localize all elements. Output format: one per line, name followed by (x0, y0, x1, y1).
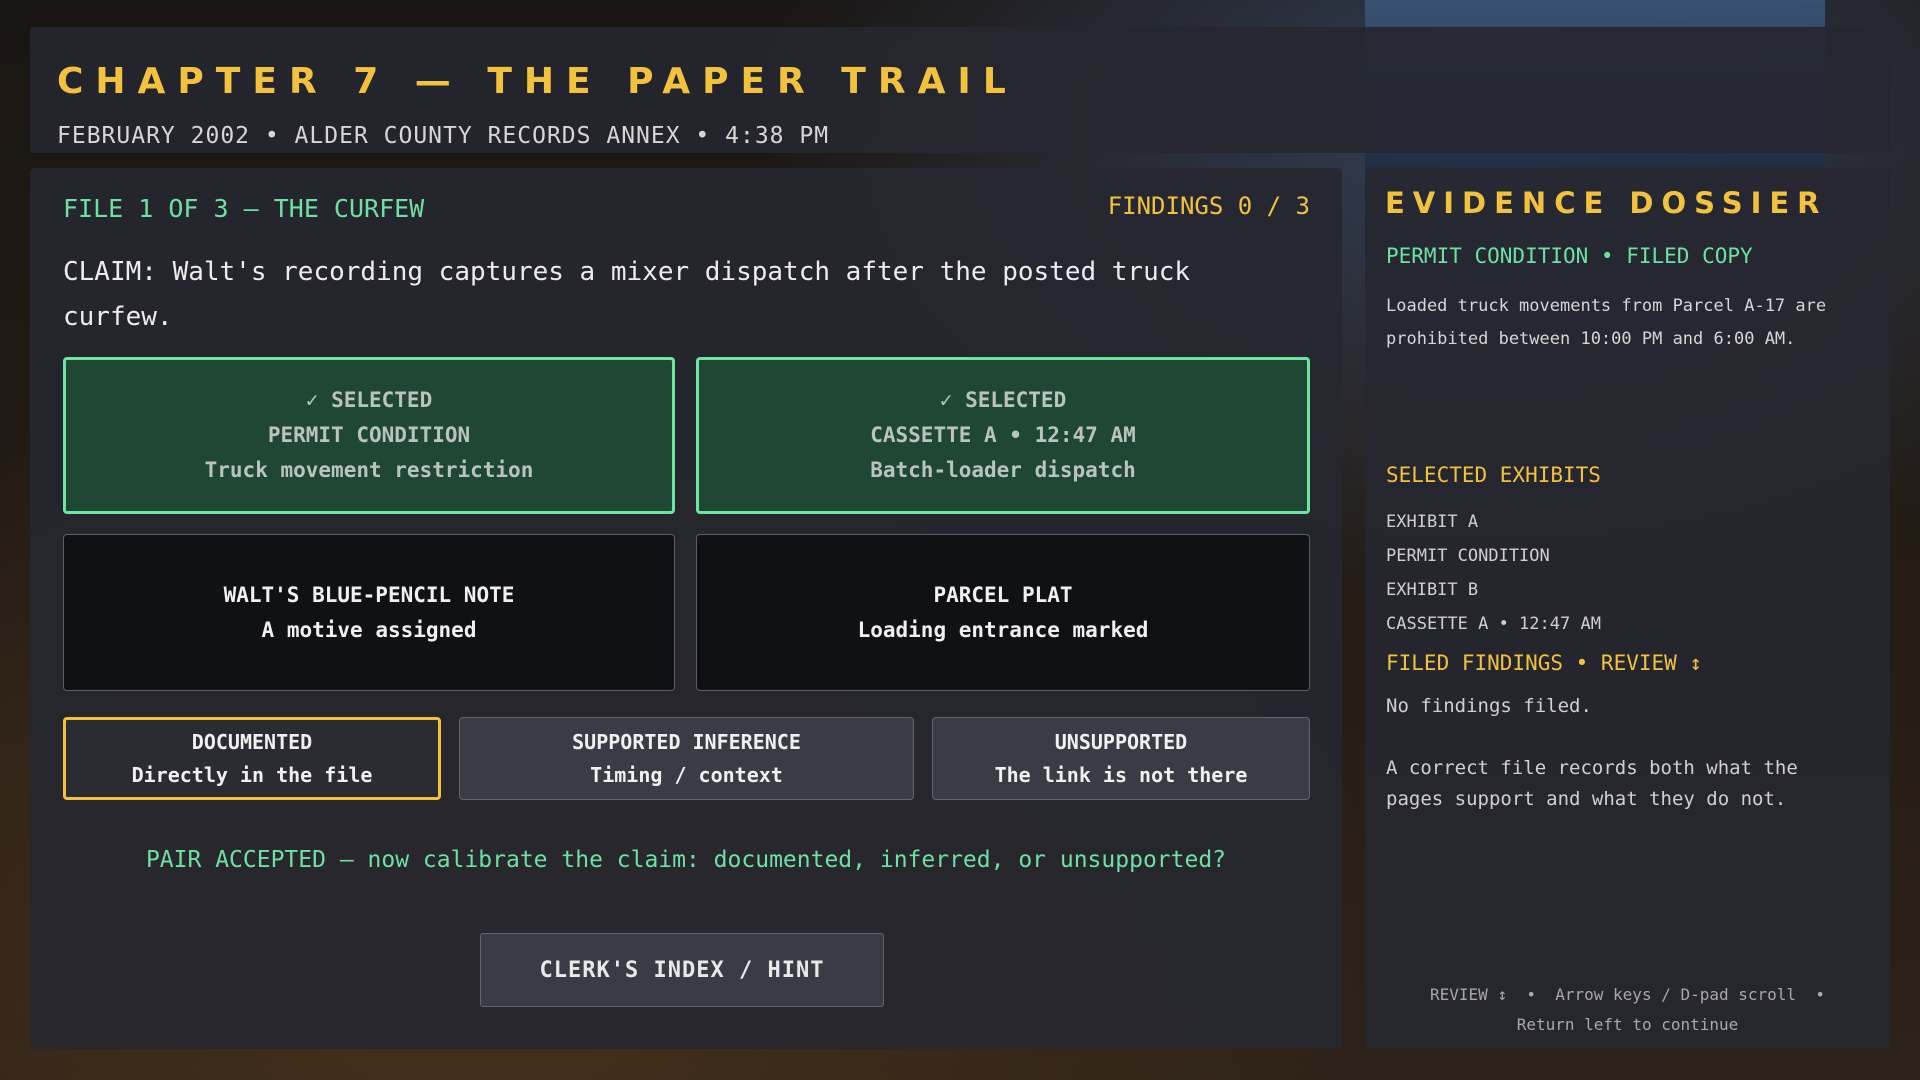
clerks-index-hint-button[interactable]: CLERK'S INDEX / HINT (480, 933, 884, 1007)
option-title: UNSUPPORTED (1054, 729, 1188, 754)
card-title: PARCEL PLAT (933, 582, 1073, 607)
chapter-header: CHAPTER 7 — THE PAPER TRAIL FEBRUARY 200… (30, 27, 1890, 153)
permit-text: Loaded truck movements from Parcel A-17 … (1386, 296, 1827, 349)
card-detail: Loading entrance marked (857, 617, 1149, 642)
evidence-card-permit-condition[interactable]: ✓ SELECTED PERMIT CONDITION Truck moveme… (63, 357, 675, 514)
exhibit-label: EXHIBIT A (1386, 512, 1479, 532)
option-title: SUPPORTED INFERENCE (572, 729, 801, 754)
selected-exhibits-heading: SELECTED EXHIBITS (1386, 463, 1601, 487)
no-findings-text: No findings filed. (1386, 695, 1592, 717)
chapter-subtitle: FEBRUARY 2002 • ALDER COUNTY RECORDS ANN… (57, 123, 830, 149)
evidence-card-cassette-a[interactable]: ✓ SELECTED CASSETTE A • 12:47 AM Batch-l… (696, 357, 1310, 514)
status-message: PAIR ACCEPTED — now calibrate the claim:… (145, 847, 1227, 873)
card-detail: Batch-loader dispatch (870, 458, 1136, 482)
selected-exhibits-list: EXHIBIT A PERMIT CONDITION EXHIBIT B CAS… (1386, 505, 1601, 641)
exhibit-label: EXHIBIT B (1386, 580, 1479, 600)
calibration-supported-inference-button[interactable]: SUPPORTED INFERENCE Timing / context (459, 717, 914, 800)
exhibit-value: CASSETTE A • 12:47 AM (1386, 614, 1601, 634)
option-detail: The link is not there (994, 762, 1248, 787)
claim-text: CLAIM: Walt's recording captures a mixer… (63, 257, 1191, 332)
file-label: FILE 1 OF 3 — THE CURFEW (63, 194, 425, 223)
findings-counter: FINDINGS 0 / 3 (1107, 192, 1310, 220)
calibration-unsupported-button[interactable]: UNSUPPORTED The link is not there (932, 717, 1310, 800)
exhibit-value: PERMIT CONDITION (1386, 546, 1550, 566)
controls-hint-line-1: REVIEW ↕ • Arrow keys / D-pad scroll • (1430, 985, 1825, 1004)
dossier-title: EVIDENCE DOSSIER (1385, 186, 1828, 220)
card-title: WALT'S BLUE-PENCIL NOTE (223, 582, 515, 607)
card-title: PERMIT CONDITION (267, 423, 471, 447)
option-detail: Directly in the file (131, 762, 373, 787)
card-title: CASSETTE A • 12:47 AM (870, 423, 1136, 447)
permit-heading: PERMIT CONDITION • FILED COPY (1386, 244, 1753, 268)
card-detail: A motive assigned (261, 617, 477, 642)
card-state: ✓ SELECTED (305, 388, 433, 412)
controls-hint: REVIEW ↕ • Arrow keys / D-pad scroll • R… (1365, 980, 1890, 1040)
filed-findings-review-toggle[interactable]: FILED FINDINGS • REVIEW ↕ (1386, 651, 1702, 675)
card-detail: Truck movement restriction (204, 458, 534, 482)
evidence-dossier-panel[interactable]: EVIDENCE DOSSIER PERMIT CONDITION • FILE… (1365, 168, 1890, 1049)
chapter-title: CHAPTER 7 — THE PAPER TRAIL (57, 61, 1018, 102)
filed-findings-note: A correct file records both what the pag… (1386, 757, 1798, 810)
option-detail: Timing / context (590, 762, 783, 787)
controls-hint-line-2: Return left to continue (1516, 1015, 1739, 1034)
card-state: ✓ SELECTED (939, 388, 1067, 412)
option-title: DOCUMENTED (191, 729, 313, 754)
case-file-panel: FILE 1 OF 3 — THE CURFEW FINDINGS 0 / 3 … (30, 168, 1342, 1049)
calibration-documented-button[interactable]: DOCUMENTED Directly in the file (63, 717, 441, 800)
evidence-card-blue-pencil-note[interactable]: WALT'S BLUE-PENCIL NOTE A motive assigne… (63, 534, 675, 691)
evidence-card-parcel-plat[interactable]: PARCEL PLAT Loading entrance marked (696, 534, 1310, 691)
